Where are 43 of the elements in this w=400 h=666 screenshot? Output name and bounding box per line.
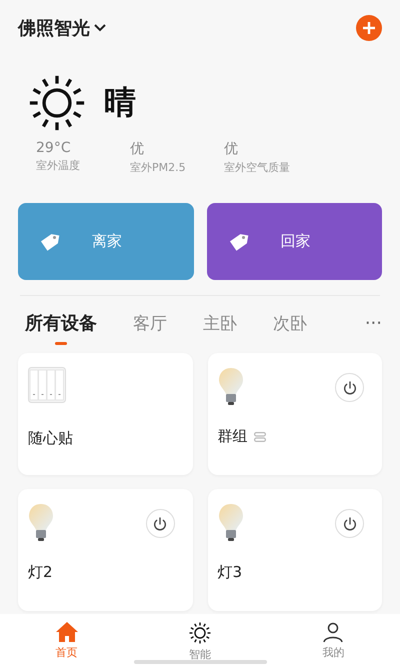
scene-button[interactable]: 离家 (18, 203, 194, 280)
light-bulb-icon (218, 367, 244, 407)
nav-tab[interactable]: 我的 (266, 621, 400, 660)
stat-label: 室外温度 (36, 158, 81, 173)
add-button[interactable] (356, 15, 382, 41)
room-tab[interactable]: 客厅 (133, 312, 167, 348)
home-selector[interactable]: 佛照智光 (18, 16, 106, 40)
device-name: 群组 (218, 427, 248, 446)
stat-value: 优 (130, 140, 145, 158)
plus-icon (362, 21, 376, 35)
stat-label: 室外空气质量 (224, 160, 291, 175)
nav-tab[interactable]: 首页 (0, 621, 134, 660)
power-button[interactable] (146, 509, 174, 538)
power-icon (342, 516, 358, 532)
power-button[interactable] (335, 509, 364, 538)
wall-switch-icon (28, 367, 66, 403)
room-tab[interactable]: 主卧 (203, 312, 237, 348)
home-icon (54, 621, 79, 643)
device-card[interactable]: 灯3 (208, 489, 382, 611)
room-tab[interactable]: 次卧 (273, 312, 307, 348)
chevron-down-icon (94, 24, 106, 32)
nav-tab[interactable]: 智能 (133, 621, 267, 662)
more-button[interactable]: ··· (364, 312, 382, 348)
device-name: 随心贴 (28, 429, 73, 448)
device-card[interactable]: 灯2 (18, 489, 192, 611)
device-card[interactable]: 随心贴 (18, 353, 192, 475)
power-button[interactable] (335, 373, 364, 402)
stat-value: 优 (224, 140, 239, 158)
tab-indicator (55, 342, 67, 345)
sun-icon (188, 621, 212, 645)
light-bulb-icon (28, 503, 54, 543)
power-icon (342, 380, 358, 396)
light-bulb-icon (218, 503, 244, 543)
room-tab[interactable]: 所有设备 (25, 311, 97, 349)
stat-value: 29°C (36, 140, 72, 156)
person-icon (322, 621, 344, 643)
device-name: 灯2 (28, 563, 53, 582)
scene-button[interactable]: 回家 (206, 203, 382, 280)
power-icon (152, 516, 168, 532)
weather-condition: 晴 (104, 82, 136, 123)
device-name: 灯3 (218, 563, 242, 582)
stat-label: 室外PM2.5 (130, 160, 187, 175)
device-card[interactable]: 群组 (208, 353, 382, 475)
